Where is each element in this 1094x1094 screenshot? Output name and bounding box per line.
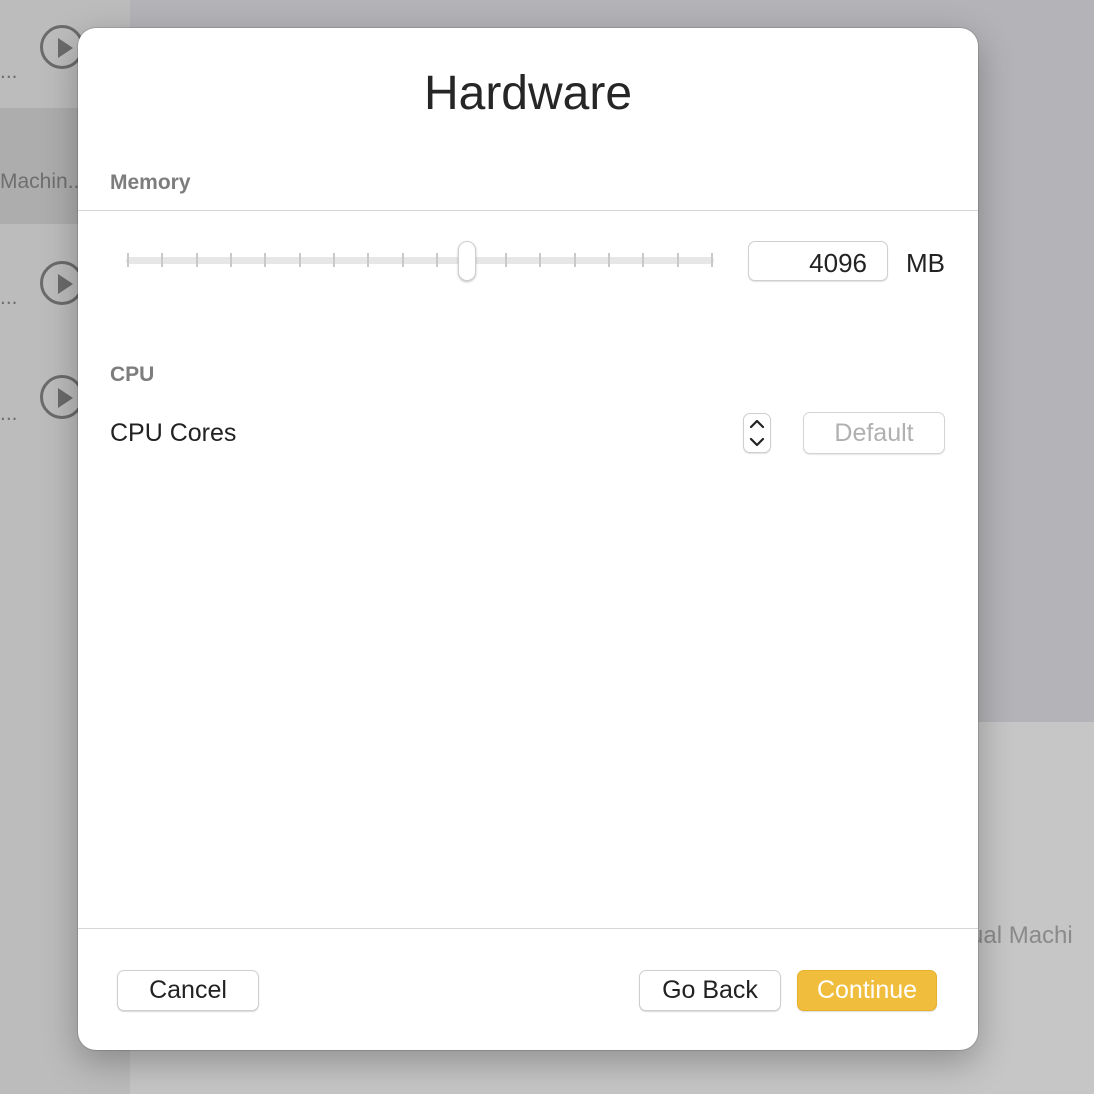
slider-tick [195,253,198,267]
slider-tick [711,253,713,267]
slider-tick [607,253,610,267]
slider-tick [333,253,336,267]
background-vm-label: ... [0,286,18,309]
slider-tick [264,253,267,267]
memory-divider [78,210,978,211]
slider-tick [676,253,679,267]
slider-tick [298,253,301,267]
slider-tick [436,253,439,267]
background-vm-label: Machin... [0,170,86,193]
slider-track [126,257,714,264]
slider-tick [127,253,129,267]
cpu-cores-label: CPU Cores [110,419,237,447]
slider-knob[interactable] [458,241,477,281]
go-back-button[interactable]: Go Back [639,970,781,1011]
chevron-up-icon[interactable] [744,414,770,434]
memory-slider[interactable] [126,241,714,281]
background-vm-label: ... [0,60,18,83]
chevron-down-icon[interactable] [744,433,770,453]
hardware-dialog: Hardware Memory 4096 MB CPU CPU Cores De… [78,28,978,1050]
slider-tick [367,253,370,267]
slider-tick [161,253,164,267]
slider-tick [401,253,404,267]
slider-tick [230,253,233,267]
slider-tick [573,253,576,267]
cpu-default-button[interactable]: Default [803,412,945,454]
memory-section-header: Memory [110,171,191,194]
slider-tick [504,253,507,267]
footer-divider [78,928,978,929]
cpu-section-header: CPU [110,363,155,386]
memory-unit-label: MB [906,248,945,278]
continue-button[interactable]: Continue [797,970,937,1011]
background-vm-label: ... [0,402,18,425]
slider-tick [642,253,645,267]
cancel-button[interactable]: Cancel [117,970,259,1011]
background-caption: ual Machi [970,922,1073,949]
dialog-title: Hardware [423,67,633,120]
memory-input[interactable]: 4096 [748,241,888,281]
slider-tick [539,253,542,267]
cpu-cores-stepper[interactable] [743,413,771,453]
